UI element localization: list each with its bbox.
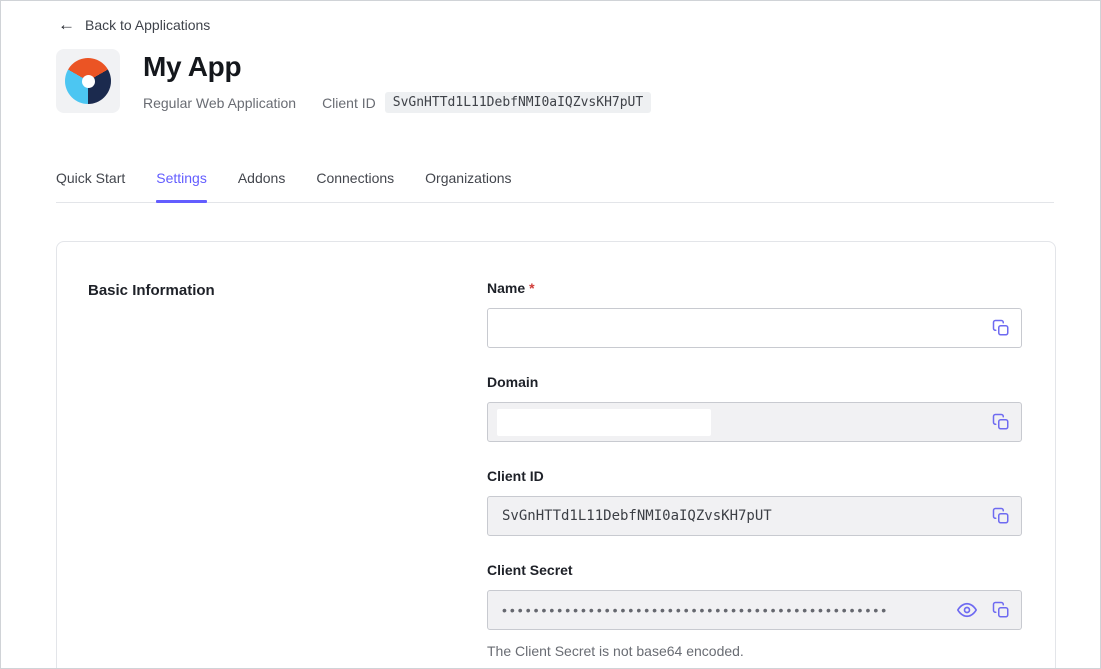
copy-domain-button[interactable] <box>990 411 1012 433</box>
tab-organizations[interactable]: Organizations <box>425 168 511 202</box>
left-arrow-icon: ← <box>58 16 75 33</box>
client-id-label: Client ID <box>487 469 1022 484</box>
app-type-label: Regular Web Application <box>143 95 296 111</box>
redacted-domain-value <box>497 409 711 436</box>
client-id-badge: SvGnHTTd1L11DebfNMI0aIQZvsKH7pUT <box>385 92 651 113</box>
section-title: Basic Information <box>88 281 487 301</box>
back-link-label: Back to Applications <box>85 17 210 33</box>
domain-label: Domain <box>487 375 1022 390</box>
name-field-group: Name* <box>487 281 1022 348</box>
client-secret-helper: The Client Secret is not base64 encoded. <box>487 643 1022 659</box>
name-input[interactable] <box>502 309 961 347</box>
name-input-shell <box>487 308 1022 348</box>
copy-icon <box>992 507 1010 525</box>
copy-icon <box>992 601 1010 619</box>
client-secret-input-shell: ••••••••••••••••••••••••••••••••••••••••… <box>487 590 1022 630</box>
eye-icon <box>957 600 977 620</box>
app-logo <box>56 49 120 113</box>
client-id-field-group: Client ID SvGnHTTd1L11DebfNMI0aIQZvsKH7p… <box>487 469 1022 536</box>
reveal-client-secret-button[interactable] <box>956 599 978 621</box>
client-id-caption: Client ID <box>322 95 376 111</box>
tab-quick-start[interactable]: Quick Start <box>56 168 125 202</box>
client-id-input-shell: SvGnHTTd1L11DebfNMI0aIQZvsKH7pUT <box>487 496 1022 536</box>
tab-bar: Quick Start Settings Addons Connections … <box>56 168 1054 203</box>
copy-client-id-button[interactable] <box>990 505 1012 527</box>
domain-field-group: Domain <box>487 375 1022 442</box>
copy-icon <box>992 319 1010 337</box>
client-id-value: SvGnHTTd1L11DebfNMI0aIQZvsKH7pUT <box>502 508 772 524</box>
tab-addons[interactable]: Addons <box>238 168 285 202</box>
required-asterisk: * <box>529 280 534 296</box>
copy-icon <box>992 413 1010 431</box>
app-logo-pinwheel-icon <box>65 58 111 104</box>
copy-client-secret-button[interactable] <box>990 599 1012 621</box>
back-to-applications-link[interactable]: ← Back to Applications <box>58 16 210 33</box>
client-secret-masked-value: ••••••••••••••••••••••••••••••••••••••••… <box>502 590 889 630</box>
client-secret-field-group: Client Secret ••••••••••••••••••••••••••… <box>487 563 1022 659</box>
basic-information-card: Basic Information Name* D <box>56 241 1056 669</box>
client-secret-label: Client Secret <box>487 563 1022 578</box>
domain-input-shell <box>487 402 1022 442</box>
tab-settings[interactable]: Settings <box>156 168 207 202</box>
tab-connections[interactable]: Connections <box>316 168 394 202</box>
application-settings-page: ← Back to Applications My App Regular We… <box>0 0 1101 669</box>
name-label: Name <box>487 280 525 296</box>
copy-name-button[interactable] <box>990 317 1012 339</box>
page-title: My App <box>143 50 651 84</box>
app-header: My App Regular Web Application Client ID… <box>56 49 1100 113</box>
